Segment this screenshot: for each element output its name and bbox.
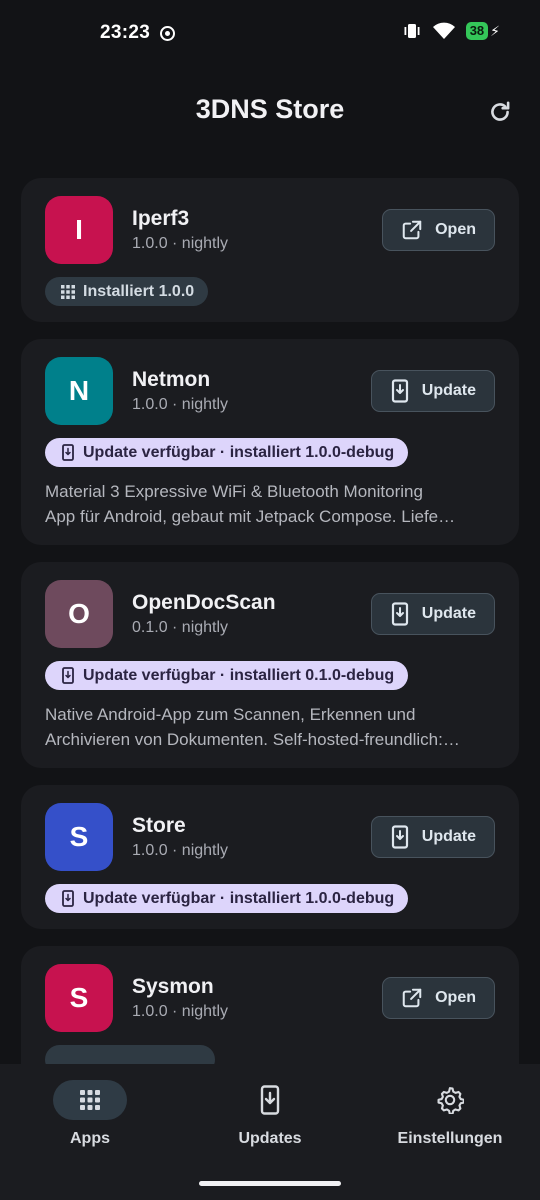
update-download-icon	[390, 602, 410, 626]
update-download-icon	[390, 379, 410, 403]
update-available-icon	[61, 444, 75, 461]
battery-indicator: 38 ⚡	[465, 22, 500, 40]
status-badge: Update verfügbar · installiert 0.1.0-deb…	[45, 661, 409, 690]
nav-item-apps[interactable]: Apps	[0, 1080, 180, 1148]
app-meta: Netmon 1.0.0 · nightly	[132, 368, 371, 414]
nav-label-apps: Apps	[70, 1130, 110, 1147]
app-meta: OpenDocScan 0.1.0 · nightly	[132, 591, 371, 637]
app-name: Store	[132, 814, 186, 837]
app-meta: Store 1.0.0 · nightly	[132, 814, 371, 860]
app-name: Iperf3	[132, 207, 190, 230]
status-bar: 23:23 38 ⚡	[0, 0, 540, 64]
status-badge: Update verfügbar · installiert 1.0.0-deb…	[45, 438, 409, 467]
status-badge-label: Installiert 1.0.0	[83, 282, 195, 300]
app-card-opendocscan[interactable]: O OpenDocScan 0.1.0 · nightly Update Update …	[21, 562, 519, 768]
vibrate-icon	[404, 24, 420, 38]
app-description-line: Native Android-App zum Scannen, Erkennen…	[45, 705, 416, 724]
app-description: Native Android-App zum Scannen, Erkennen…	[45, 702, 495, 752]
app-card-header: S Store 1.0.0 · nightly Update	[45, 803, 495, 871]
app-version: 1.0.0 · nightly	[132, 235, 229, 252]
app-icon: O	[45, 580, 113, 648]
refresh-icon	[491, 101, 510, 121]
updates-phone-icon	[260, 1085, 280, 1115]
page-title: 3DNS Store	[195, 94, 345, 124]
nav-item-updates[interactable]: Updates	[180, 1080, 360, 1148]
update-download-icon	[390, 825, 410, 849]
action-label: Update	[421, 828, 476, 845]
nav-item-settings[interactable]: Einstellungen	[360, 1080, 540, 1148]
app-icon: N	[45, 357, 113, 425]
app-name: OpenDocScan	[132, 591, 276, 614]
app-icon: S	[45, 803, 113, 871]
app-version: 1.0.0 · nightly	[132, 396, 229, 413]
top-app-bar: 3DNS Store	[0, 80, 540, 140]
app-icon: I	[45, 196, 113, 264]
status-badge-label: Update verfügbar · installiert 1.0.0-deb…	[83, 443, 395, 461]
status-badge-label: Update verfügbar · installiert 0.1.0-deb…	[83, 666, 395, 684]
action-label: Update	[421, 382, 476, 399]
nav-active-indicator	[53, 1080, 127, 1120]
app-version: 0.1.0 · nightly	[132, 619, 229, 636]
app-icon: S	[45, 964, 113, 1032]
home-indicator[interactable]	[199, 1181, 341, 1186]
update-available-icon	[61, 667, 75, 684]
status-badge-label: Update verfügbar · installiert 1.0.0-deb…	[83, 889, 395, 907]
app-card-header: O OpenDocScan 0.1.0 · nightly Update	[45, 580, 495, 648]
app-name: Sysmon	[132, 975, 214, 998]
app-version: 1.0.0 · nightly	[132, 1003, 229, 1020]
app-meta: Iperf3 1.0.0 · nightly	[132, 207, 382, 253]
status-icons: 38 ⚡	[402, 22, 500, 40]
app-card-header: S Sysmon 1.0.0 · nightly Open	[45, 964, 495, 1032]
record-indicator-icon	[160, 26, 175, 41]
app-list[interactable]: I Iperf3 1.0.0 · nightly Open Installiert 1.…	[21, 178, 519, 1064]
action-label: Open	[435, 989, 476, 1006]
update-button[interactable]: Update	[370, 593, 495, 635]
action-label: Update	[421, 605, 476, 622]
status-badge: Update verfügbar · installiert 1.0.0-deb…	[45, 884, 409, 913]
charging-icon: ⚡	[490, 22, 500, 39]
app-description: Material 3 Expressive WiFi & Bluetooth M…	[45, 479, 495, 529]
status-badge	[45, 1045, 215, 1064]
update-available-icon	[61, 890, 75, 907]
installed-grid-icon	[61, 284, 75, 299]
app-description-line: App für Android, gebaut mit Jetpack Comp…	[45, 507, 456, 526]
wifi-icon	[432, 22, 455, 39]
settings-gear-icon	[437, 1087, 464, 1114]
app-name: Netmon	[132, 368, 211, 391]
app-card-iperf3[interactable]: I Iperf3 1.0.0 · nightly Open Installiert 1.…	[21, 178, 519, 322]
update-button[interactable]: Update	[370, 370, 495, 412]
app-card-netmon[interactable]: N Netmon 1.0.0 · nightly Update Update verfü…	[21, 339, 519, 545]
nav-label-updates: Updates	[238, 1130, 302, 1147]
nav-label-settings: Einstellungen	[397, 1130, 503, 1147]
app-card-store[interactable]: S Store 1.0.0 · nightly Update Update verfüg…	[21, 785, 519, 929]
status-badge: Installiert 1.0.0	[45, 277, 209, 306]
open-external-icon	[401, 987, 423, 1009]
action-label: Open	[435, 221, 476, 238]
refresh-button[interactable]	[482, 94, 518, 130]
open-external-icon	[401, 219, 423, 241]
status-time: 23:23	[100, 22, 151, 43]
open-button[interactable]: Open	[382, 977, 495, 1019]
update-button[interactable]: Update	[370, 816, 495, 858]
bottom-navigation: Apps Updates Einstellungen	[0, 1064, 540, 1200]
app-card-header: N Netmon 1.0.0 · nightly Update	[45, 357, 495, 425]
battery-level: 38	[465, 22, 489, 40]
app-version: 1.0.0 · nightly	[132, 842, 229, 859]
app-description-line: Material 3 Expressive WiFi & Bluetooth M…	[45, 482, 423, 501]
app-meta: Sysmon 1.0.0 · nightly	[132, 975, 382, 1021]
app-description-line: Archivieren von Dokumenten. Self-hosted-…	[45, 730, 460, 749]
app-card-header: I Iperf3 1.0.0 · nightly Open	[45, 196, 495, 264]
open-button[interactable]: Open	[382, 209, 495, 251]
app-card-sysmon[interactable]: S Sysmon 1.0.0 · nightly Open	[21, 946, 519, 1064]
apps-grid-icon	[80, 1090, 100, 1110]
